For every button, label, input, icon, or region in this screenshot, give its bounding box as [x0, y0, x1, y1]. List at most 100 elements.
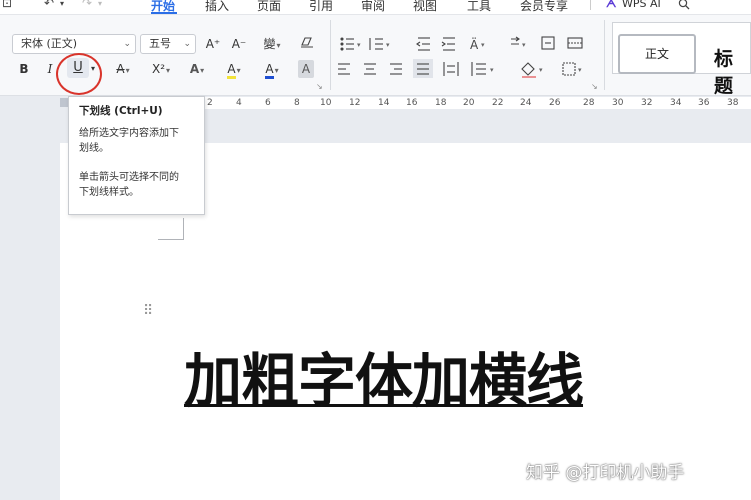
ruler-tick: 24 — [520, 98, 532, 108]
svg-text:▾: ▾ — [522, 41, 526, 49]
tooltip-title: 下划线 (Ctrl+U) — [79, 105, 163, 117]
tooltip-line: 给所选文字内容添加下 — [79, 128, 179, 139]
line-spacing-icon[interactable] — [471, 62, 486, 76]
underline-highlight-circle — [56, 53, 102, 95]
ruler-tick: 2 — [207, 98, 213, 108]
tab-insert[interactable]: 插入 — [205, 0, 229, 14]
phonetic-guide-button[interactable]: 變▾ — [258, 35, 286, 53]
borders-icon[interactable] — [562, 62, 576, 76]
tab-page[interactable]: 页面 — [257, 0, 281, 14]
phonetic-icon: 變 — [263, 37, 276, 51]
drag-handle-icon[interactable]: ⠿ — [143, 304, 153, 318]
wps-ai-button[interactable]: WPS AI — [622, 0, 661, 10]
align-center-icon[interactable] — [364, 63, 376, 75]
ruler-tick: 10 — [320, 98, 332, 108]
ribbon-divider — [604, 20, 605, 90]
font-color-button[interactable]: A▾ — [258, 60, 286, 79]
clear-format-button[interactable] — [298, 35, 316, 53]
document-heading-text[interactable]: 加粗字体加横线 — [184, 334, 584, 418]
ruler-tick: 26 — [549, 98, 561, 108]
highlighter-icon: A — [227, 62, 236, 79]
ruler-tick: 8 — [294, 98, 300, 108]
strikethrough-button[interactable]: A▾ — [110, 60, 136, 78]
text-effect-icon: A — [189, 62, 200, 76]
ruler-tick: 4 — [236, 98, 242, 108]
strikethrough-icon: A — [116, 62, 125, 76]
ruler-tick: 30 — [612, 98, 624, 108]
ruler-tick: 12 — [349, 98, 361, 108]
tab-review[interactable]: 审阅 — [361, 0, 385, 14]
ruler-tick: 22 — [492, 98, 504, 108]
svg-text:▾: ▾ — [386, 41, 390, 49]
search-icon[interactable] — [678, 0, 690, 10]
underline-tooltip: 下划线 (Ctrl+U) 给所选文字内容添加下 划线。 单击箭头可选择不同的 下… — [68, 96, 205, 215]
font-name-value: 宋体 (正文) — [21, 37, 78, 50]
ruler-tick: 32 — [641, 98, 653, 108]
increase-indent-icon[interactable] — [441, 37, 455, 51]
font-group-expand-icon[interactable]: ↘ — [316, 82, 323, 91]
undo-dropdown-icon[interactable]: ▾ — [60, 0, 64, 8]
svg-text:▾: ▾ — [357, 41, 361, 49]
ruler-indent-marker[interactable] — [60, 98, 68, 107]
superscript-icon: X² — [151, 62, 165, 76]
highlight-color-button[interactable]: A▾ — [220, 60, 248, 79]
distributed-icon[interactable] — [443, 62, 459, 76]
ribbon-divider — [330, 20, 331, 90]
paragraph-group-icons: ▾ ▾ Ä ▾ ▾ ▾ ▾ ▾ — [338, 36, 583, 78]
svg-text:▾: ▾ — [481, 41, 485, 49]
svg-text:▾: ▾ — [539, 66, 543, 74]
page-margin-marker — [158, 218, 184, 240]
save-icon[interactable]: ⊡ — [2, 0, 12, 10]
ruler-tick: 34 — [670, 98, 682, 108]
table-border-icon[interactable] — [567, 37, 583, 49]
bullet-list-icon[interactable] — [340, 37, 354, 51]
menu-bar: ⊡ ↶ ▾ ↷ ▾ 开始 插入 页面 引用 审阅 视图 工具 会员专享 ᗅ WP… — [0, 0, 751, 14]
shrink-font-button[interactable]: A⁻ — [230, 35, 248, 53]
chevron-down-icon: ⌄ — [123, 39, 131, 49]
align-left-icon[interactable] — [338, 63, 350, 75]
ruler-tick: 16 — [406, 98, 418, 108]
superscript-button[interactable]: X²▾ — [146, 60, 176, 78]
numbered-list-icon[interactable] — [369, 38, 383, 50]
tooltip-line: 单击箭头可选择不同的 — [79, 172, 179, 183]
style-normal[interactable]: 正文 — [618, 34, 696, 74]
tab-view[interactable]: 视图 — [413, 0, 437, 14]
ruler-tick: 20 — [463, 98, 475, 108]
ruler-tick: 6 — [265, 98, 271, 108]
tab-references[interactable]: 引用 — [309, 0, 333, 14]
svg-text:▾: ▾ — [490, 66, 494, 74]
text-effect-button[interactable]: A▾ — [184, 60, 210, 78]
font-size-select[interactable]: 五号 ⌄ — [140, 34, 196, 54]
wps-ai-icon[interactable]: ᗅ — [606, 0, 616, 11]
redo-icon[interactable]: ↷ — [82, 0, 92, 10]
ruler-tick: 28 — [583, 98, 595, 108]
ruler-tick: 36 — [698, 98, 710, 108]
tab-tools[interactable]: 工具 — [467, 0, 491, 14]
bold-button[interactable]: B — [16, 60, 32, 78]
show-marks-icon[interactable] — [541, 36, 555, 50]
tooltip-line: 划线。 — [79, 143, 109, 154]
decrease-indent-icon[interactable] — [416, 37, 430, 51]
redo-dropdown-icon[interactable]: ▾ — [98, 0, 102, 8]
font-size-value: 五号 — [149, 37, 171, 50]
font-color-icon: A — [265, 62, 274, 79]
sort-icon[interactable] — [511, 36, 520, 45]
style-heading[interactable]: 标题 — [714, 44, 751, 98]
grow-font-button[interactable]: A⁺ — [204, 35, 222, 53]
ruler-tick: 18 — [435, 98, 447, 108]
tooltip-line: 下划线样式。 — [79, 187, 139, 198]
font-name-select[interactable]: 宋体 (正文) ⌄ — [12, 34, 136, 54]
eraser-icon — [301, 37, 313, 48]
menu-divider — [590, 0, 591, 10]
chevron-down-icon: ⌄ — [183, 39, 191, 49]
tab-member[interactable]: 会员专享 — [520, 0, 568, 14]
ruler-tick: 14 — [378, 98, 390, 108]
text-direction-icon[interactable]: Ä — [470, 37, 479, 52]
shading-icon[interactable] — [521, 62, 536, 78]
character-shading-button[interactable]: A — [298, 60, 314, 78]
ruler-tick: 38 — [727, 98, 739, 108]
align-right-icon[interactable] — [390, 63, 402, 75]
paragraph-group-expand-icon[interactable]: ↘ — [591, 82, 598, 91]
undo-icon[interactable]: ↶ — [44, 0, 54, 10]
watermark-text: 知乎 @打印机小助手 — [526, 463, 685, 483]
